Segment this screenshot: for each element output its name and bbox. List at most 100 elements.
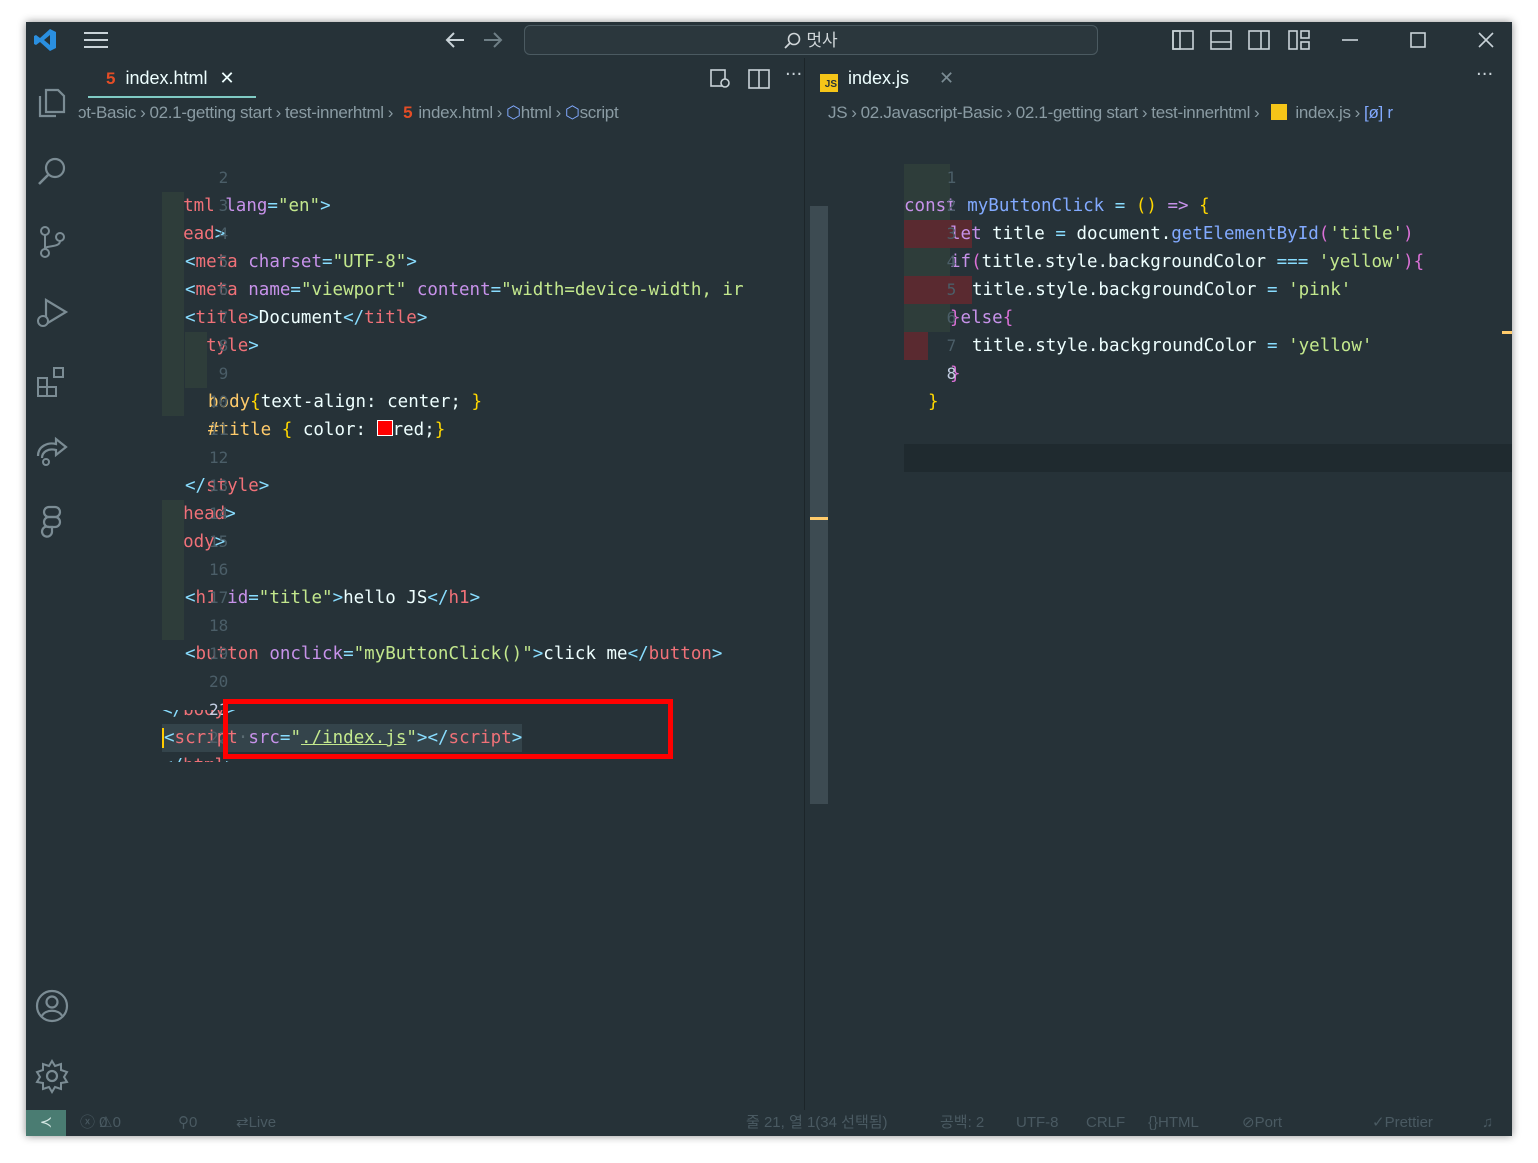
explorer-icon[interactable] (34, 84, 70, 120)
html5-file-icon: 5 (403, 103, 413, 122)
tab-label: index.js (848, 68, 910, 88)
search-icon (784, 32, 801, 49)
ports-indicator[interactable]: ⚲ 0 (178, 1110, 197, 1136)
scrollbar-marker (1502, 331, 1512, 334)
code-line: 1 const myButtonClick = () => { (806, 136, 1512, 216)
code-line: 4 title.style.backgroundColor = 'pink' (806, 220, 1512, 300)
code-line: 9 body{text-align: center; } (78, 332, 805, 412)
breadcrumb: ɔt-Basic › 02.1-getting start › test-innerht… (78, 103, 619, 122)
code-line: 15 (78, 500, 805, 551)
toggle-secondary-sidebar-icon[interactable] (1248, 29, 1270, 51)
customize-layout-icon[interactable] (1288, 29, 1310, 51)
left-tab-bar: 5 index.html ✕ ··· (78, 58, 805, 98)
left-editor-group: 5 index.html ✕ ··· ɔt-Basic › 02.1-getting s… (78, 58, 828, 1131)
line-number: 8 (946, 364, 957, 383)
remote-icon[interactable] (34, 434, 70, 470)
code-line: 6 <title>Document</title> (78, 248, 805, 328)
toggle-panel-icon[interactable] (1210, 29, 1232, 51)
code-line: 19 (78, 612, 805, 663)
more-actions-button[interactable]: ··· (1476, 64, 1493, 85)
breadcrumb-item[interactable]: index.html (418, 103, 493, 122)
right-editor-group: JS index.js ✕ ··· JS › 02.Javascript-Basic › 0… (806, 58, 1512, 1110)
code-line: 3 <head> (78, 164, 805, 244)
symbol-icon: ⬡ (565, 103, 580, 122)
forward-arrow-icon[interactable] (482, 30, 504, 50)
toggle-primary-sidebar-icon[interactable] (1172, 29, 1194, 51)
breadcrumb: JS › 02.Javascript-Basic › 02.1-getting star… (828, 103, 1393, 122)
tab-index-js[interactable]: JS index.js ✕ (820, 58, 970, 98)
line-number: 22 (209, 728, 229, 747)
language-mode[interactable]: {} HTML (1148, 1110, 1199, 1136)
breadcrumb-item[interactable]: 02.1-getting start (1016, 103, 1138, 122)
open-preview-icon[interactable] (710, 68, 732, 90)
code-line: 11 (78, 388, 805, 439)
live-server-port[interactable]: ⊘ Port : 5501 (1242, 1110, 1282, 1136)
js-file-icon (1271, 104, 1288, 120)
breadcrumb-item[interactable]: 02.1-getting start (149, 103, 271, 122)
search-text: 멋사 (806, 31, 838, 51)
account-icon[interactable] (34, 988, 70, 1024)
close-tab-icon[interactable]: ✕ (939, 68, 954, 88)
close-tab-icon[interactable]: ✕ (220, 68, 235, 88)
prettier-indicator[interactable]: ✓ Prettier (1372, 1110, 1433, 1136)
breadcrumb-item[interactable]: [ø] r (1364, 103, 1393, 122)
code-line: 5 <meta name="viewport" content="width=d… (78, 220, 805, 300)
code-line: 7 <style> (78, 276, 805, 356)
maximize-icon[interactable] (1408, 30, 1428, 50)
breadcrumb-item[interactable]: html (521, 103, 552, 122)
remote-indicator-icon[interactable]: ≺ (26, 1110, 66, 1136)
close-window-icon[interactable] (1476, 30, 1496, 50)
back-arrow-icon[interactable] (444, 30, 466, 50)
code-line: 12 </style> (78, 416, 805, 496)
settings-gear-icon[interactable] (34, 1058, 70, 1094)
code-line: 14 <body> (78, 472, 805, 552)
run-debug-icon[interactable] (34, 294, 70, 330)
minimize-icon[interactable] (1340, 30, 1360, 50)
breadcrumb-item[interactable]: ɔt-Basic (78, 103, 136, 122)
vscode-window: 멋사 5 index.html ✕ ··· ɔt-Basic › 02.1-ge… (26, 22, 1512, 1136)
breadcrumb-item[interactable]: test-innerhtml (285, 103, 384, 122)
code-line: 21 <script·src="./index.js"></script> (78, 668, 805, 752)
breadcrumb-item[interactable]: 02.Javascript-Basic (861, 103, 1003, 122)
right-tab-bar: JS index.js ✕ ··· (806, 58, 1512, 98)
code-line: 10 #title { color: red;} (78, 360, 805, 440)
status-bar: ≺ ⓧ 0 ⚠ 0 ⚲ 0 ⇄ Live Share 줄 21, 열 1(34 … (26, 1110, 1512, 1136)
code-line: 2 let title = document.getElementById('t… (806, 164, 1512, 244)
search-sidebar-icon[interactable] (34, 154, 70, 190)
vscode-logo-icon[interactable] (32, 27, 58, 53)
notifications-bell-icon[interactable]: ♫ (1482, 1110, 1493, 1136)
indentation[interactable]: 공백: 2 (940, 1110, 984, 1136)
code-line: 20 </body> (78, 640, 805, 720)
tab-label: index.html (125, 68, 208, 88)
breadcrumb-item[interactable]: script (580, 103, 619, 122)
breadcrumb-item[interactable]: test-innerhtml (1151, 103, 1250, 122)
code-line: 6 title.style.backgroundColor = 'yellow' (806, 276, 1512, 356)
activity-bar (26, 58, 78, 1110)
code-line: 8 (78, 304, 805, 355)
tab-index-html[interactable]: 5 index.html ✕ (88, 58, 256, 98)
command-center-search[interactable]: 멋사 (524, 25, 1098, 55)
figma-icon[interactable] (34, 504, 70, 540)
html5-file-icon: 5 (106, 69, 116, 88)
problems-indicator[interactable]: ⓧ 0 ⚠ 0 (80, 1110, 121, 1136)
end-of-line[interactable]: CRLF (1086, 1110, 1125, 1136)
live-share-button[interactable]: ⇄ Live Share (236, 1110, 276, 1136)
code-line: 5 }else{ (806, 248, 1512, 328)
annotation-highlight-box (223, 699, 673, 759)
extensions-icon[interactable] (34, 364, 70, 400)
breadcrumb-item[interactable]: index.js (1295, 103, 1351, 122)
more-actions-button[interactable]: ··· (785, 64, 802, 85)
code-line: 4 <meta charset="UTF-8"> (78, 192, 805, 272)
menu-icon[interactable] (84, 31, 110, 49)
split-editor-icon[interactable] (748, 68, 770, 90)
code-line: 16 <h1 id="title">hello JS</h1> (78, 528, 805, 608)
code-line: 8 } (806, 332, 1512, 412)
cursor-position[interactable]: 줄 21, 열 1(34 선택됨) (746, 1110, 888, 1136)
code-line: 7 } (806, 304, 1512, 384)
code-line: 17 (78, 556, 805, 607)
source-control-icon[interactable] (34, 224, 70, 260)
code-line: 2 <html lang="en"> (78, 136, 805, 216)
encoding[interactable]: UTF-8 (1016, 1110, 1059, 1136)
code-line: 3 if(title.style.backgroundColor === 'ye… (806, 192, 1512, 272)
breadcrumb-item[interactable]: JS (828, 103, 848, 122)
